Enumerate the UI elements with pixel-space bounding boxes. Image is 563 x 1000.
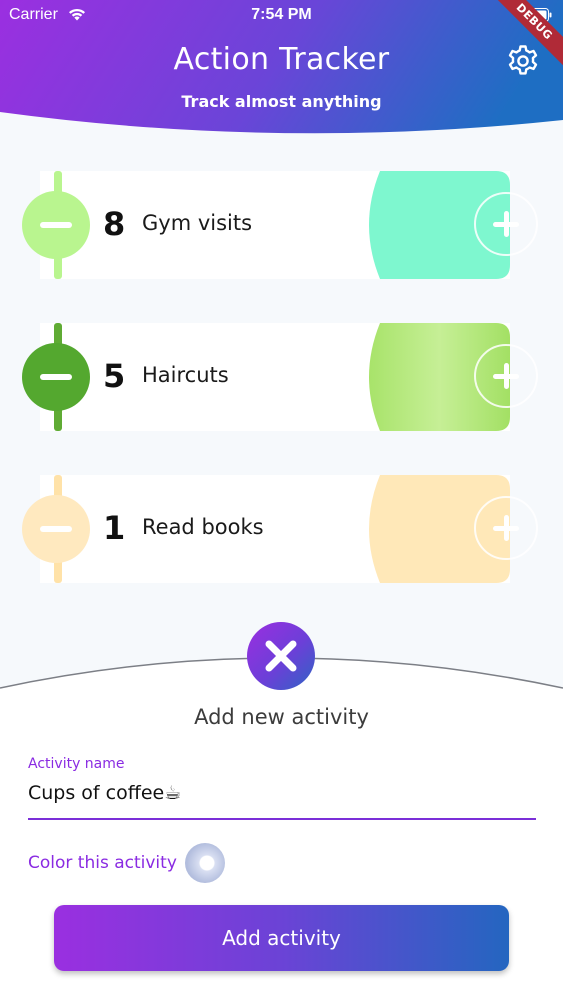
activity-count: 8	[103, 205, 126, 243]
minus-icon[interactable]	[22, 191, 90, 259]
activity-card: 8 Gym visits	[22, 171, 538, 279]
status-time: 7:54 PM	[251, 6, 312, 23]
minus-icon[interactable]	[22, 495, 90, 563]
gear-icon[interactable]	[506, 44, 540, 78]
activity-name-input[interactable]	[28, 782, 535, 804]
activity-card: 5 Haircuts	[22, 323, 538, 431]
add-activity-button[interactable]: Add activity	[54, 905, 509, 971]
activity-name: Haircuts	[142, 363, 229, 387]
activity-name-label: Activity name	[28, 756, 125, 772]
activity-name: Gym visits	[142, 211, 253, 235]
plus-icon[interactable]	[474, 496, 538, 560]
color-label: Color this activity	[28, 853, 177, 873]
minus-icon[interactable]	[22, 343, 90, 411]
plus-icon[interactable]	[474, 344, 538, 408]
app-subtitle: Track almost anything	[181, 92, 382, 111]
app-title: Action Tracker	[173, 42, 390, 77]
activity-count: 1	[103, 509, 126, 547]
activity-count: 5	[103, 357, 126, 395]
field-underline	[28, 818, 536, 820]
plus-icon[interactable]	[474, 192, 538, 256]
activity-name: Read books	[142, 515, 264, 539]
color-picker[interactable]	[185, 843, 225, 883]
activity-card: 1 Read books	[22, 475, 538, 583]
sheet-title: Add new activity	[194, 705, 369, 729]
status-bar: Carrier 7:54 PM	[0, 0, 563, 30]
close-icon[interactable]	[247, 622, 315, 690]
